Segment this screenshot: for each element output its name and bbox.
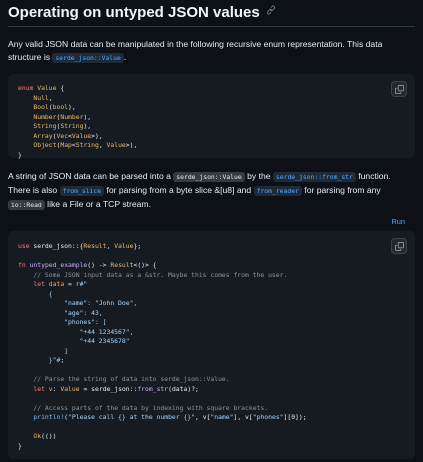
enum-code-block: enum Value { Null, Bool(bool), Number(Nu… <box>8 74 415 159</box>
heading-divider <box>8 26 415 27</box>
link-icon[interactable] <box>266 3 276 23</box>
example-code: use serde_json::{Result, Value}; fn unty… <box>18 242 307 450</box>
parsing-paragraph: A string of JSON data can be parsed into… <box>8 171 391 210</box>
copy-icon <box>394 84 404 94</box>
copy-button[interactable] <box>391 81 407 97</box>
serde-value-link[interactable]: serde_json::Value <box>52 52 124 63</box>
example-code-block: use serde_json::{Result, Value}; fn unty… <box>8 231 415 459</box>
page-content: Operating on untyped JSON values Any val… <box>8 0 415 459</box>
copy-button[interactable] <box>391 238 407 254</box>
inline-code-value: serde_json::Value <box>173 172 245 182</box>
section-heading: Operating on untyped JSON values <box>8 3 415 23</box>
from-reader-link[interactable]: from_reader <box>253 186 302 196</box>
page-title: Operating on untyped JSON values <box>8 4 260 21</box>
from-str-link[interactable]: serde_json::from_str <box>272 172 356 182</box>
enum-code: enum Value { Null, Bool(bool), Number(Nu… <box>18 84 138 159</box>
inline-code-io-read: io::Read <box>8 200 45 210</box>
run-link[interactable]: Run <box>8 217 415 227</box>
from-slice-link[interactable]: from_slice <box>59 186 105 196</box>
copy-icon <box>394 241 404 251</box>
intro-paragraph: Any valid JSON data can be manipulated i… <box>8 39 383 63</box>
